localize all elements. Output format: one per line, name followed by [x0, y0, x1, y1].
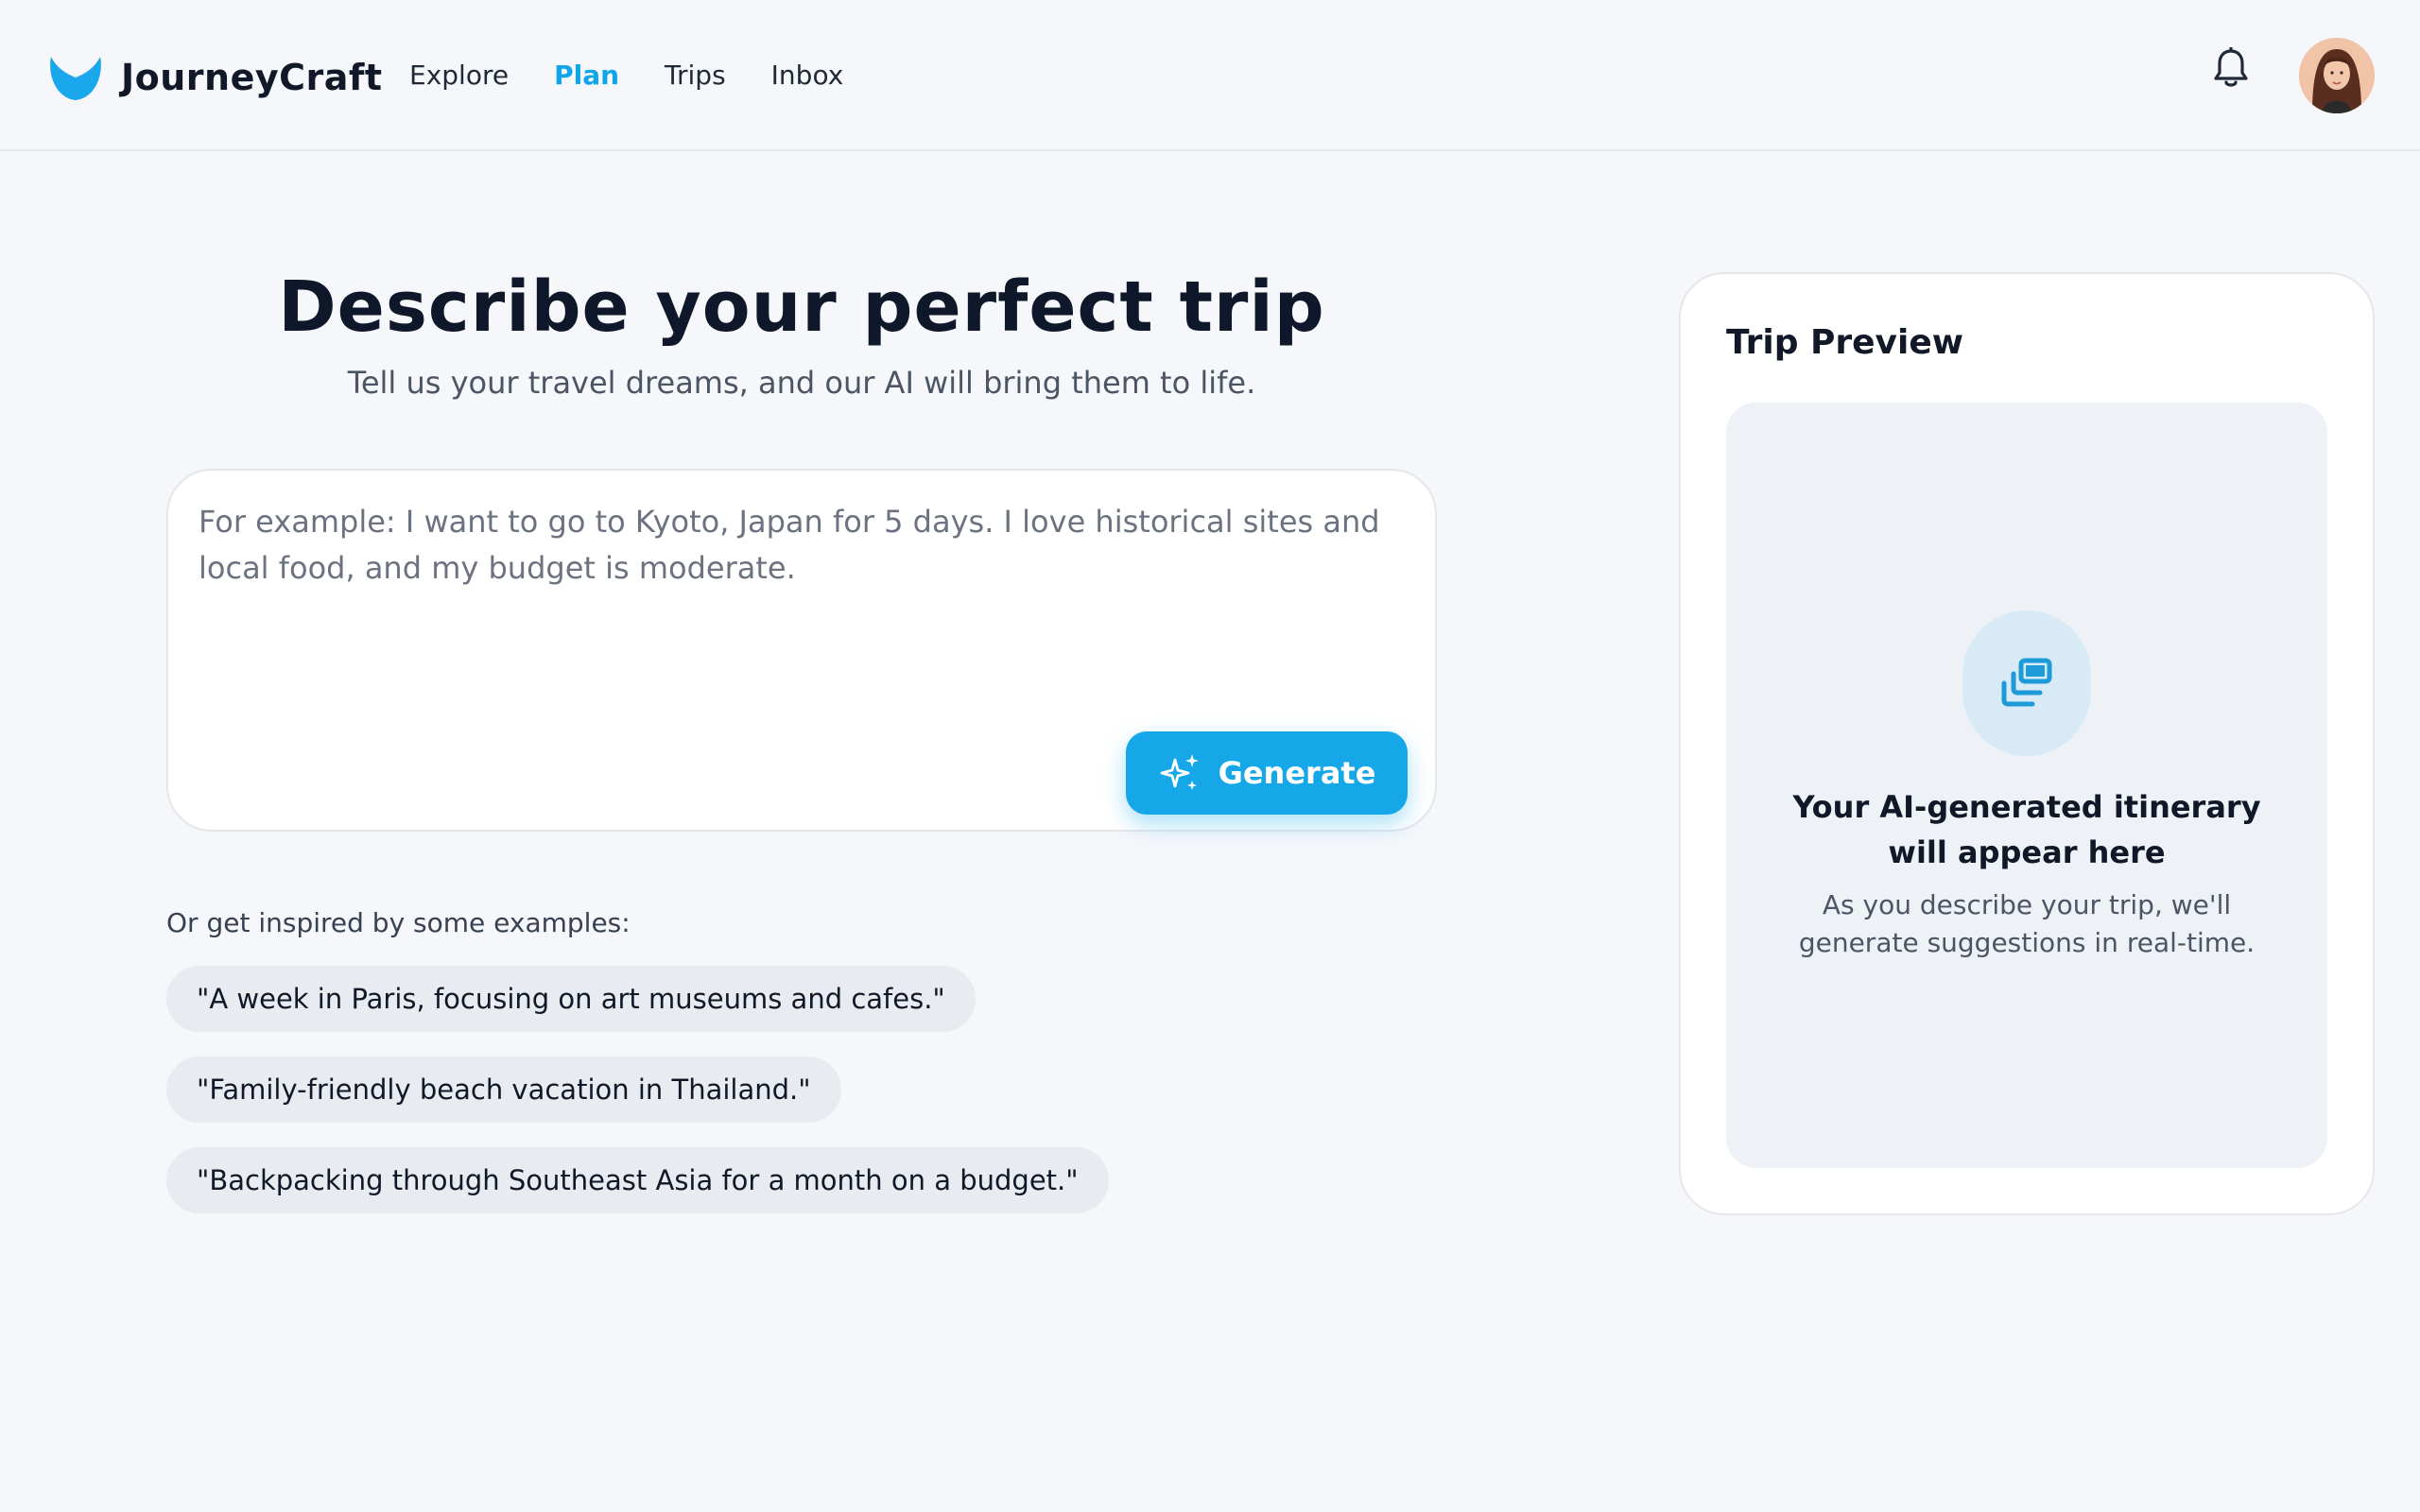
- main-nav: Explore Plan Trips Inbox: [409, 55, 889, 96]
- example-chip[interactable]: "Family-friendly beach vacation in Thail…: [166, 1057, 841, 1123]
- bell-icon[interactable]: [2211, 47, 2251, 91]
- sparkles-icon: [1160, 754, 1199, 790]
- trip-prompt-card: Generate: [166, 469, 1437, 832]
- inspiration-label: Or get inspired by some examples:: [166, 907, 631, 938]
- trip-preview-card: Trip Preview Your AI-generated itinerary…: [1679, 272, 2375, 1215]
- example-chip[interactable]: "A week in Paris, focusing on art museum…: [166, 966, 976, 1032]
- preview-placeholder: Your AI-generated itinerary will appear …: [1726, 403, 2327, 1168]
- nav-explore[interactable]: Explore: [409, 55, 509, 96]
- logo-icon: [50, 57, 101, 100]
- app-logo[interactable]: JourneyCraft: [47, 49, 383, 106]
- top-header: JourneyCraft Explore Plan Trips Inbox: [0, 0, 2420, 151]
- example-chip[interactable]: "Backpacking through Southeast Asia for …: [166, 1147, 1109, 1213]
- nav-plan[interactable]: Plan: [554, 55, 619, 96]
- trip-description-input[interactable]: [199, 499, 1409, 707]
- preview-icon-badge: [1962, 610, 2091, 756]
- generate-button[interactable]: Generate: [1126, 731, 1408, 815]
- preview-title: Trip Preview: [1726, 323, 1964, 362]
- page-title: Describe your perfect trip: [278, 266, 1325, 348]
- itinerary-cards-icon: [2001, 658, 2052, 707]
- app-name: JourneyCraft: [121, 57, 383, 98]
- preview-heading: Your AI-generated itinerary will appear …: [1792, 789, 2261, 870]
- preview-description: As you describe your trip, we'll generat…: [1798, 889, 2256, 958]
- nav-trips[interactable]: Trips: [665, 55, 726, 96]
- page-subtitle: Tell us your travel dreams, and our AI w…: [347, 365, 1256, 401]
- nav-inbox[interactable]: Inbox: [771, 55, 844, 96]
- avatar-image: [2299, 38, 2375, 113]
- generate-label: Generate: [1218, 755, 1376, 791]
- avatar[interactable]: [2299, 38, 2375, 113]
